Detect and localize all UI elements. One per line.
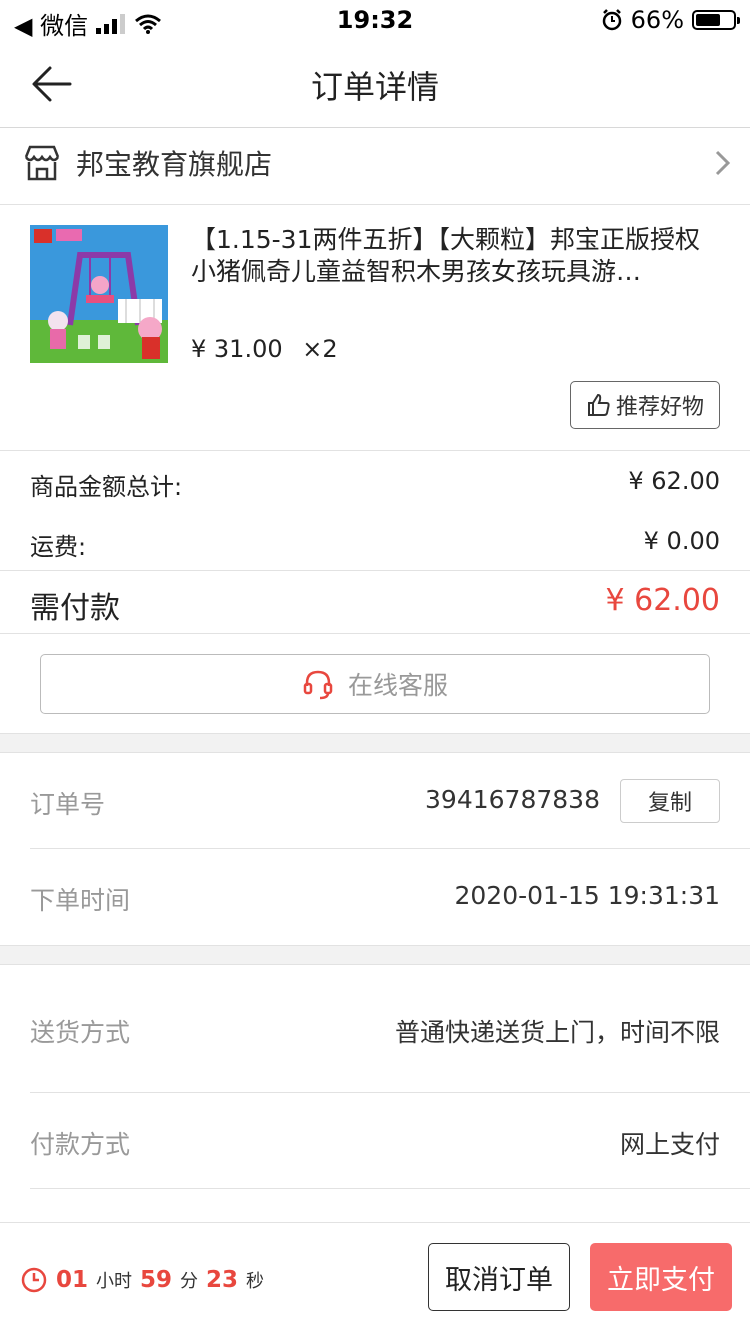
divider xyxy=(0,752,750,753)
shipping-label: 运费: xyxy=(30,533,87,561)
payment-method-label: 付款方式 xyxy=(30,1130,131,1159)
headset-icon xyxy=(303,670,333,700)
divider xyxy=(0,633,750,634)
divider xyxy=(0,450,750,451)
cancel-order-button[interactable]: 取消订单 xyxy=(428,1243,570,1311)
order-time-value: 2020-01-15 19:31:31 xyxy=(454,881,720,910)
section-gap xyxy=(0,945,750,965)
amount-due-value: ¥ 62.00 xyxy=(605,583,720,618)
status-right: 66% xyxy=(601,6,740,34)
countdown-hours: 01 xyxy=(56,1267,89,1293)
copy-button[interactable]: 复制 xyxy=(620,779,720,823)
amount-due-label: 需付款 xyxy=(30,591,120,626)
order-number-value: 39416787838 xyxy=(425,785,600,814)
section-gap xyxy=(0,733,750,753)
divider xyxy=(30,848,750,849)
hours-unit: 小时 xyxy=(96,1271,133,1292)
goods-total-value: ¥ 62.00 xyxy=(628,467,720,495)
alarm-icon xyxy=(602,9,621,31)
delivery-method-value: 普通快递送货上门，时间不限 xyxy=(394,1018,720,1047)
battery-icon xyxy=(692,10,740,30)
divider xyxy=(0,570,750,571)
product-title[interactable]: 【1.15-31两件五折】【大颗粒】邦宝正版授权小猪佩奇儿童益智积木男孩女孩玩具… xyxy=(191,224,721,288)
divider xyxy=(0,945,750,946)
shipping-value: ¥ 0.00 xyxy=(643,527,720,555)
navigation-bar: 订单详情 xyxy=(0,40,750,128)
product-quantity: ×2 xyxy=(302,335,338,363)
order-number-label: 订单号 xyxy=(30,790,106,819)
store-icon xyxy=(24,145,60,181)
countdown-seconds: 23 xyxy=(206,1267,239,1293)
goods-total-label: 商品金额总计: xyxy=(30,473,183,501)
battery-fill xyxy=(696,14,720,26)
product-price: ¥ 31.00 xyxy=(191,335,283,363)
divider xyxy=(0,733,750,734)
battery-percent: 66% xyxy=(630,6,684,34)
divider xyxy=(0,964,750,965)
divider xyxy=(30,1188,750,1189)
countdown-minutes: 59 xyxy=(140,1267,173,1293)
bottom-action-bar: 01 小时 59 分 23 秒 取消订单 立即支付 xyxy=(0,1222,750,1334)
store-row[interactable]: 邦宝教育旗舰店 xyxy=(0,129,750,205)
minutes-unit: 分 xyxy=(180,1271,199,1292)
payment-method-value: 网上支付 xyxy=(619,1130,720,1159)
thumbs-up-icon xyxy=(587,393,610,416)
pay-now-button[interactable]: 立即支付 xyxy=(590,1243,732,1311)
chevron-right-icon xyxy=(715,150,731,176)
page-title: 订单详情 xyxy=(310,68,439,106)
status-bar: ◀ 微信 19:32 66% xyxy=(0,0,750,40)
product-price-row: ¥ 31.00 ×2 xyxy=(191,335,338,363)
delivery-method-label: 送货方式 xyxy=(30,1018,131,1047)
payment-countdown: 01 小时 59 分 23 秒 xyxy=(20,1266,264,1294)
divider xyxy=(30,1092,750,1093)
customer-service-label: 在线客服 xyxy=(347,671,448,700)
product-image xyxy=(30,225,168,363)
order-time-label: 下单时间 xyxy=(30,886,131,915)
seconds-unit: 秒 xyxy=(246,1271,265,1292)
customer-service-button[interactable]: 在线客服 xyxy=(40,654,710,714)
store-name: 邦宝教育旗舰店 xyxy=(76,148,273,181)
recommend-button[interactable]: 推荐好物 xyxy=(570,381,720,429)
recommend-label: 推荐好物 xyxy=(615,395,704,420)
product-thumbnail[interactable] xyxy=(30,225,168,363)
clock-icon xyxy=(21,1267,47,1293)
